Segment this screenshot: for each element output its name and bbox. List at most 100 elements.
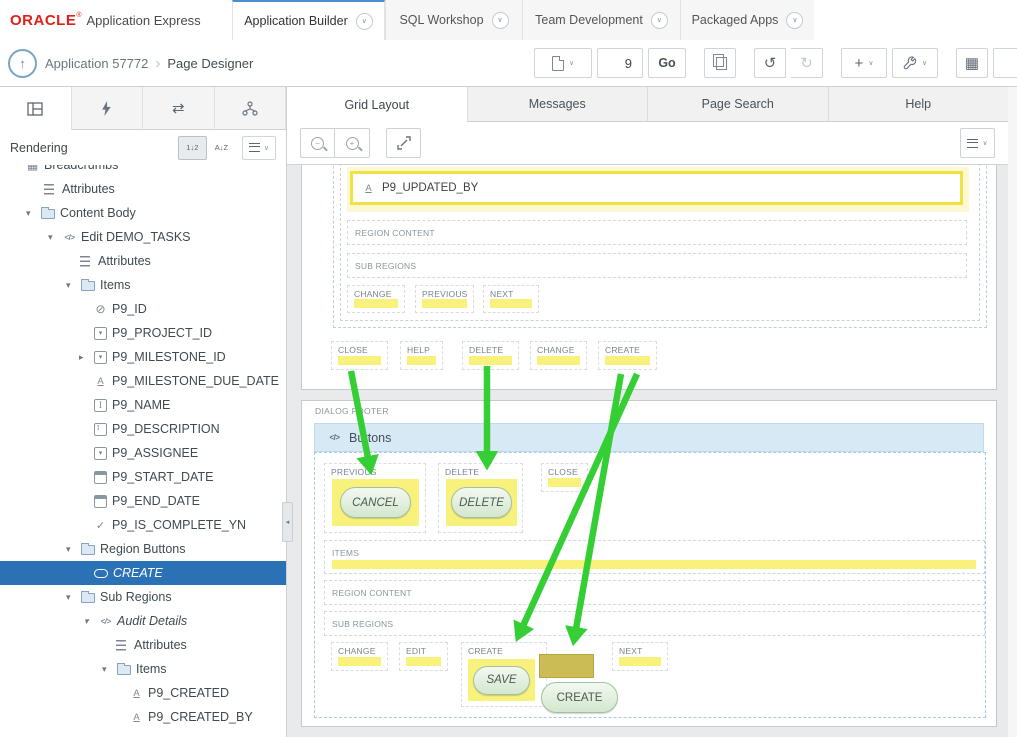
- layout-menu-button[interactable]: ∨: [960, 128, 995, 158]
- buttons-region-header[interactable]: Buttons: [314, 423, 984, 452]
- layout-button-create[interactable]: CREATE: [598, 341, 657, 370]
- tree-item-attributes[interactable]: Attributes: [0, 633, 286, 657]
- layout-button-delete[interactable]: DELETE: [462, 341, 519, 370]
- tree-item-p9-created-by[interactable]: P9_CREATED_BY: [0, 705, 286, 729]
- tree-item-p9-assignee[interactable]: P9_ASSIGNEE: [0, 441, 286, 465]
- tab-page-search[interactable]: Page Search: [647, 87, 828, 122]
- tree-item-p9-milestone-id[interactable]: P9_MILESTONE_ID: [0, 345, 286, 369]
- tree-item-p9-start-date[interactable]: P9_START_DATE: [0, 465, 286, 489]
- layout-button-next[interactable]: NEXT: [483, 285, 539, 313]
- zoom-out-button[interactable]: −: [300, 128, 335, 158]
- panel-splitter-handle[interactable]: [282, 502, 293, 542]
- expand-toggle-icon[interactable]: [102, 665, 117, 674]
- tree-item-items[interactable]: Items: [0, 657, 286, 681]
- items-slot[interactable]: ITEMS: [324, 540, 985, 574]
- layout-button-change[interactable]: CHANGE: [347, 285, 405, 313]
- tree-item-sub-regions[interactable]: Sub Regions: [0, 585, 286, 609]
- create-menu-button[interactable]: + ∨: [841, 48, 887, 78]
- chevron-down-icon[interactable]: ∨: [355, 12, 373, 30]
- tree-item-edit-demo-tasks[interactable]: Edit DEMO_TASKS: [0, 225, 286, 249]
- chevron-down-icon[interactable]: ∨: [786, 11, 804, 29]
- page-number-input[interactable]: [597, 48, 643, 78]
- save-button[interactable]: SAVE: [473, 665, 530, 695]
- tree-item-p9-is-complete-yn[interactable]: P9_IS_COMPLETE_YN: [0, 513, 286, 537]
- tree-item-p9-description[interactable]: P9_DESCRIPTION: [0, 417, 286, 441]
- slot-next[interactable]: NEXT: [612, 642, 668, 671]
- chevron-down-icon[interactable]: ∨: [650, 11, 668, 29]
- tree-item-content-body[interactable]: Content Body: [0, 201, 286, 225]
- tab-dynamic-actions[interactable]: [71, 87, 143, 130]
- tree-item-region-buttons[interactable]: Region Buttons: [0, 537, 286, 561]
- redo-button[interactable]: ↻: [791, 48, 823, 78]
- layout-item-p9-updated-by[interactable]: P9_UPDATED_BY: [350, 171, 963, 205]
- sort-alphabetical-button[interactable]: A↓Z: [207, 136, 236, 160]
- page-title: Page Designer: [167, 55, 254, 71]
- tree-item-attributes[interactable]: Attributes: [0, 177, 286, 201]
- expand-toggle-icon[interactable]: [26, 209, 41, 218]
- layout-icon: [27, 101, 43, 116]
- tree-item-p9-project-id[interactable]: P9_PROJECT_ID: [0, 321, 286, 345]
- tab-page-shared-components[interactable]: [214, 87, 286, 130]
- layout-button-help[interactable]: HELP: [400, 341, 443, 370]
- region-content-slot[interactable]: REGION CONTENT: [324, 580, 985, 605]
- right-panel-collapsed-strip[interactable]: [1007, 87, 1017, 737]
- zoom-in-button[interactable]: +: [335, 128, 370, 158]
- tree-item-p9-end-date[interactable]: P9_END_DATE: [0, 489, 286, 513]
- slot-previous[interactable]: PREVIOUS CANCEL: [324, 463, 426, 533]
- slot-change[interactable]: CHANGE: [331, 642, 388, 671]
- expand-toggle-icon[interactable]: [66, 593, 81, 602]
- tree-item-create-button[interactable]: CREATE: [0, 561, 286, 585]
- layout-button-previous[interactable]: PREVIOUS: [415, 285, 474, 313]
- slot-edit[interactable]: EDIT: [399, 642, 448, 671]
- sub-regions-slot[interactable]: SUB REGIONS: [324, 611, 985, 636]
- tab-messages[interactable]: Messages: [466, 87, 647, 122]
- tree-item-p9-id[interactable]: P9_ID: [0, 297, 286, 321]
- tab-processing[interactable]: ⇄: [143, 87, 215, 130]
- slot-delete[interactable]: DELETE DELETE: [438, 463, 523, 533]
- chevron-down-icon[interactable]: ∨: [491, 11, 509, 29]
- cancel-button[interactable]: CANCEL: [340, 487, 411, 518]
- breadcrumb-application[interactable]: Application 57772: [45, 56, 148, 71]
- tree-item-audit-details[interactable]: Audit Details: [0, 609, 286, 633]
- sort-by-order-button[interactable]: 1↓2: [177, 135, 207, 160]
- clipped-toolbar-button[interactable]: [993, 48, 1017, 78]
- sub-regions-slot[interactable]: SUB REGIONS: [347, 253, 967, 278]
- tree-item-p9-name[interactable]: P9_NAME: [0, 393, 286, 417]
- utilities-menu-button[interactable]: ∨: [892, 48, 938, 78]
- tab-sql-workshop[interactable]: SQL Workshop ∨: [385, 0, 522, 40]
- tree-item-attributes[interactable]: Attributes: [0, 249, 286, 273]
- tab-rendering[interactable]: [0, 87, 72, 130]
- rendering-header: Rendering 1↓2 A↓Z ∨: [0, 130, 286, 165]
- tree-item-items[interactable]: Items: [0, 273, 286, 297]
- expand-toggle-icon[interactable]: [66, 281, 81, 290]
- create-button[interactable]: CREATE: [541, 682, 618, 713]
- go-to-application-icon[interactable]: ↑: [8, 48, 37, 78]
- expand-toggle-icon[interactable]: [66, 545, 81, 554]
- tab-packaged-apps[interactable]: Packaged Apps ∨: [680, 0, 814, 40]
- left-panel: ⇄ Rendering 1↓2 A↓Z ∨ Breadcrumbs: [0, 87, 287, 737]
- select-list-icon: [94, 326, 107, 340]
- tree-item-breadcrumbs[interactable]: Breadcrumbs: [0, 165, 286, 177]
- layout-button-close[interactable]: CLOSE: [331, 341, 388, 370]
- tree-menu-button[interactable]: ∨: [241, 135, 276, 160]
- go-button[interactable]: Go: [648, 48, 686, 78]
- slot-close[interactable]: CLOSE: [541, 463, 588, 492]
- delete-button[interactable]: DELETE: [451, 487, 512, 518]
- expand-toggle-icon[interactable]: [48, 233, 63, 242]
- tab-application-builder[interactable]: Application Builder ∨: [232, 0, 385, 40]
- shared-components-button[interactable]: ▦: [956, 48, 988, 78]
- page-finder-button[interactable]: ∨: [534, 48, 592, 78]
- tab-help[interactable]: Help: [827, 87, 1008, 122]
- region-content-slot[interactable]: REGION CONTENT: [347, 220, 967, 245]
- tab-grid-layout[interactable]: Grid Layout: [287, 87, 467, 122]
- copy-page-button[interactable]: [704, 48, 736, 78]
- tree-item-p9-created[interactable]: P9_CREATED: [0, 681, 286, 705]
- expand-toggle-icon[interactable]: [84, 617, 99, 626]
- expand-toggle-icon[interactable]: [79, 353, 94, 362]
- undo-button[interactable]: ↺: [754, 48, 786, 78]
- tree-item-p9-milestone-due-date[interactable]: P9_MILESTONE_DUE_DATE: [0, 369, 286, 393]
- expand-button[interactable]: [386, 128, 421, 158]
- slot-create[interactable]: CREATE SAVE: [461, 642, 547, 707]
- layout-button-change-2[interactable]: CHANGE: [530, 341, 587, 370]
- tab-team-development[interactable]: Team Development ∨: [522, 0, 680, 40]
